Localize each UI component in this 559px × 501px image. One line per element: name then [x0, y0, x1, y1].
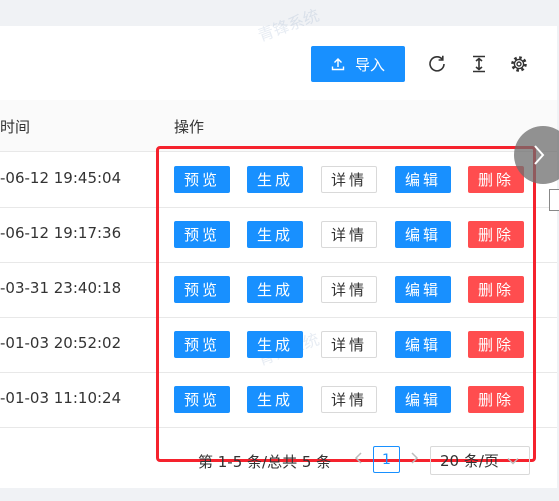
detail-button[interactable]: 详情 — [321, 166, 377, 193]
time-cell: -03-31 23:40:18 — [0, 279, 122, 297]
table-row: -01-03 20:52:02 预览 生成 详情 编辑 删除 — [0, 317, 557, 373]
detail-button[interactable]: 详情 — [321, 276, 377, 303]
delete-button[interactable]: 删除 — [468, 166, 524, 193]
time-cell: -06-12 19:45:04 — [0, 169, 122, 187]
generate-button[interactable]: 生成 — [247, 221, 303, 248]
detail-button[interactable]: 详情 — [321, 221, 377, 248]
next-page-icon[interactable] — [409, 451, 419, 469]
column-header-actions: 操作 — [174, 118, 205, 136]
toolbar: 导入 — [0, 46, 557, 82]
import-button[interactable]: 导入 — [311, 46, 405, 82]
delete-button[interactable]: 删除 — [468, 221, 524, 248]
preview-button[interactable]: 预览 — [174, 221, 230, 248]
edit-button[interactable]: 编辑 — [395, 331, 451, 358]
column-height-icon[interactable] — [469, 54, 489, 74]
pagination-total: 第 1-5 条/总共 5 条 — [198, 453, 332, 471]
preview-button[interactable]: 预览 — [174, 166, 230, 193]
page-size-label: 20 条/页 — [440, 452, 499, 470]
generate-button[interactable]: 生成 — [247, 166, 303, 193]
chevron-right-icon — [534, 145, 545, 165]
time-cell: -06-12 19:17:36 — [0, 224, 122, 242]
edit-button[interactable]: 编辑 — [395, 221, 451, 248]
upload-icon — [331, 58, 345, 71]
delete-button[interactable]: 删除 — [468, 331, 524, 358]
generate-button[interactable]: 生成 — [247, 386, 303, 413]
generate-button[interactable]: 生成 — [247, 276, 303, 303]
watermark: 青锋系统 — [255, 5, 322, 46]
delete-button[interactable]: 删除 — [468, 386, 524, 413]
fixed-column-edge — [549, 189, 559, 211]
preview-button[interactable]: 预览 — [174, 331, 230, 358]
page-number-button[interactable]: 1 — [373, 446, 400, 473]
prev-page-icon[interactable] — [354, 451, 364, 469]
column-header-time: 时间 — [0, 118, 31, 136]
table-card: 青锋系统 青锋系统 导入 — [0, 6, 559, 488]
time-cell: -01-03 20:52:02 — [0, 334, 122, 352]
preview-button[interactable]: 预览 — [174, 276, 230, 303]
edit-button[interactable]: 编辑 — [395, 166, 451, 193]
page-size-select[interactable]: 20 条/页 — [430, 446, 530, 475]
import-button-label: 导入 — [354, 55, 385, 74]
edit-button[interactable]: 编辑 — [395, 276, 451, 303]
detail-button[interactable]: 详情 — [321, 386, 377, 413]
delete-button[interactable]: 删除 — [468, 276, 524, 303]
table-row: -03-31 23:40:18 预览 生成 详情 编辑 删除 — [0, 262, 557, 318]
time-cell: -01-03 11:10:24 — [0, 389, 122, 407]
table-row: -06-12 19:17:36 预览 生成 详情 编辑 删除 — [0, 207, 557, 263]
edit-button[interactable]: 编辑 — [395, 386, 451, 413]
generate-button[interactable]: 生成 — [247, 331, 303, 358]
chevron-down-icon — [507, 457, 519, 464]
refresh-icon[interactable] — [427, 54, 447, 74]
table-row: -01-03 11:10:24 预览 生成 详情 编辑 删除 — [0, 372, 557, 428]
table-header: 时间 操作 — [0, 100, 557, 152]
settings-icon[interactable] — [509, 54, 529, 74]
table-row: -06-12 19:45:04 预览 生成 详情 编辑 删除 — [0, 152, 557, 208]
preview-button[interactable]: 预览 — [174, 386, 230, 413]
pagination: 第 1-5 条/总共 5 条 1 20 条/页 — [0, 446, 557, 476]
detail-button[interactable]: 详情 — [321, 331, 377, 358]
